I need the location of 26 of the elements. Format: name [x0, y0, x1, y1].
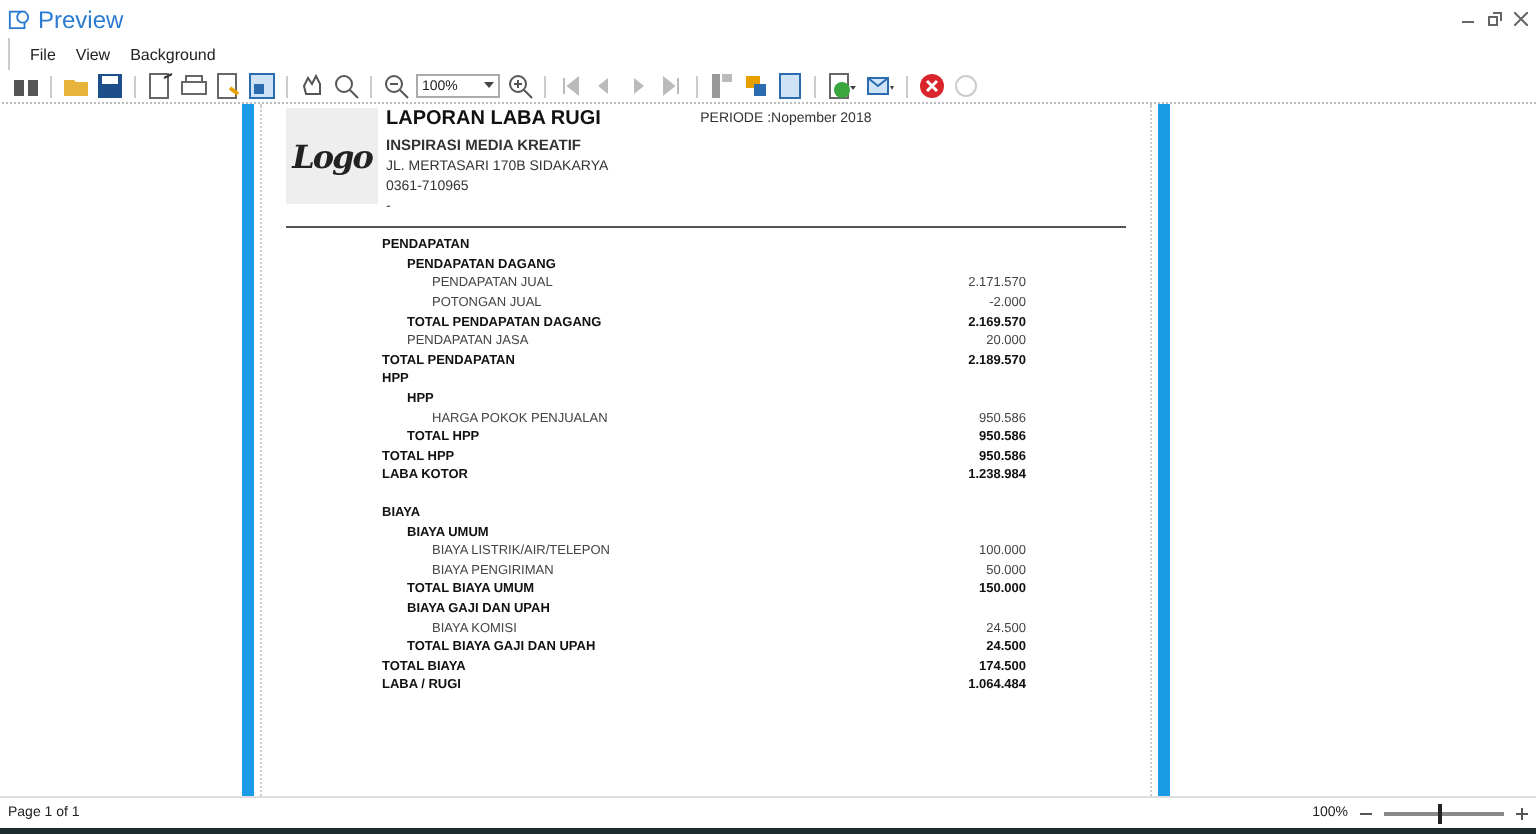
- dropdown-arrow-icon[interactable]: [484, 82, 494, 90]
- export-dropdown-icon[interactable]: [826, 72, 858, 100]
- zoom-out-icon[interactable]: [1360, 807, 1372, 819]
- menu-item[interactable]: Background: [130, 45, 216, 63]
- export-icon[interactable]: [248, 72, 276, 100]
- preview-icon: [8, 8, 30, 30]
- menu-item[interactable]: View: [75, 45, 111, 63]
- watermark-icon[interactable]: [776, 72, 804, 100]
- magnifier-icon[interactable]: [332, 72, 360, 100]
- restore-icon[interactable]: [1488, 12, 1502, 26]
- logo: Logo: [286, 108, 378, 204]
- report-title: LAPORAN LABA RUGI: [386, 108, 603, 130]
- window-title: Preview: [38, 5, 124, 33]
- zoom-in-icon[interactable]: [1516, 807, 1528, 819]
- menu-item[interactable]: File: [30, 45, 56, 63]
- page-setup-icon[interactable]: [146, 72, 174, 100]
- close-icon[interactable]: [1514, 12, 1528, 26]
- zoom-out-icon[interactable]: [382, 72, 410, 100]
- printer-icon[interactable]: [180, 72, 208, 100]
- zoom-in-icon[interactable]: [506, 72, 534, 100]
- document-icon[interactable]: [214, 72, 242, 100]
- close-icon[interactable]: [918, 72, 946, 100]
- layout-icon[interactable]: [708, 72, 736, 100]
- paint-icon[interactable]: [742, 72, 770, 100]
- save-icon[interactable]: [96, 72, 124, 100]
- envelope-icon[interactable]: [864, 72, 896, 100]
